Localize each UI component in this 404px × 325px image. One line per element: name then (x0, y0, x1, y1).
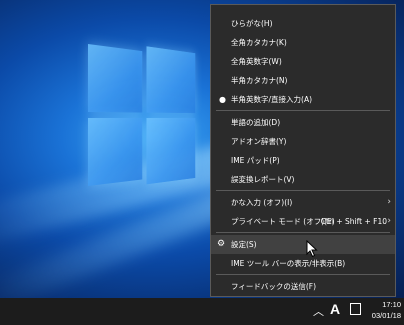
menu-item-halfwidth-katakana[interactable]: 半角カタカナ(N) (211, 71, 395, 90)
menu-separator (216, 232, 390, 233)
menu-item-label: 誤変換レポート(V) (231, 175, 295, 184)
menu-item-label: 全角英数字(W) (231, 57, 282, 66)
windows-logo-pane (146, 118, 196, 185)
menu-item-conversion-report[interactable]: 誤変換レポート(V) (211, 170, 395, 189)
menu-item-halfwidth-alphanumeric[interactable]: ● 半角英数字/直接入力(A) (211, 90, 395, 109)
menu-item-label: アドオン辞書(Y) (231, 137, 287, 146)
menu-separator (216, 190, 390, 191)
menu-item-kana-input[interactable]: かな入力 (オフ)(I) › (211, 193, 395, 212)
menu-item-hiragana[interactable]: ひらがな(H) (211, 14, 395, 33)
menu-item-fullwidth-alphanumeric[interactable]: 全角英数字(W) (211, 52, 395, 71)
menu-item-toggle-toolbar[interactable]: IME ツール バーの表示/非表示(B) (211, 254, 395, 273)
clock-time: 17:10 (382, 300, 401, 309)
show-hidden-icons-chevron-icon[interactable]: ︿ (313, 303, 324, 319)
mouse-cursor-icon (306, 240, 318, 258)
menu-item-shortcut: Ctrl + Shift + F10 (320, 217, 387, 226)
menu-item-label: 単語の追加(D) (231, 118, 281, 127)
menu-item-send-feedback[interactable]: フィードバックの送信(F) (211, 277, 395, 296)
menu-separator (216, 274, 390, 275)
menu-item-ime-pad[interactable]: IME パッド(P) (211, 151, 395, 170)
ime-mode-indicator[interactable]: A (330, 301, 340, 317)
windows-logo-pane (88, 44, 143, 113)
clock-date: 03/01/18 (371, 311, 401, 320)
menu-item-label: IME ツール バーの表示/非表示(B) (231, 259, 346, 268)
taskbar (0, 298, 404, 325)
menu-item-label: IME パッド(P) (231, 156, 280, 165)
menu-item-addon-dictionary[interactable]: アドオン辞書(Y) (211, 132, 395, 151)
menu-item-label: 設定(S) (231, 240, 257, 249)
menu-item-label: プライベート モード (オフ)(E) (231, 217, 335, 226)
menu-separator (216, 110, 390, 111)
menu-item-label: 半角カタカナ(N) (231, 76, 288, 85)
menu-item-settings[interactable]: ⚙ 設定(S) (211, 235, 395, 254)
windows-logo-pane (146, 46, 196, 114)
windows-logo (88, 38, 196, 198)
menu-item-fullwidth-katakana[interactable]: 全角カタカナ(K) (211, 33, 395, 52)
menu-item-label: フィードバックの送信(F) (231, 282, 317, 291)
submenu-arrow-icon: › (387, 216, 391, 226)
selected-bullet-icon: ● (219, 95, 226, 104)
touch-keyboard-icon[interactable] (350, 303, 361, 315)
menu-item-label: 全角カタカナ(K) (231, 38, 287, 47)
menu-item-label: ひらがな(H) (231, 19, 273, 28)
menu-item-label: 半角英数字/直接入力(A) (231, 95, 313, 104)
submenu-arrow-icon: › (387, 197, 391, 207)
menu-item-add-word[interactable]: 単語の追加(D) (211, 113, 395, 132)
menu-item-private-mode[interactable]: プライベート モード (オフ)(E) Ctrl + Shift + F10 › (211, 212, 395, 231)
gear-icon: ⚙ (217, 239, 226, 249)
menu-item-label: かな入力 (オフ)(I) (231, 198, 293, 207)
taskbar-clock[interactable]: 17:10 03/01/18 (364, 299, 404, 321)
windows-logo-pane (88, 118, 143, 186)
ime-context-menu: ひらがな(H) 全角カタカナ(K) 全角英数字(W) 半角カタカナ(N) ● 半… (210, 4, 396, 297)
